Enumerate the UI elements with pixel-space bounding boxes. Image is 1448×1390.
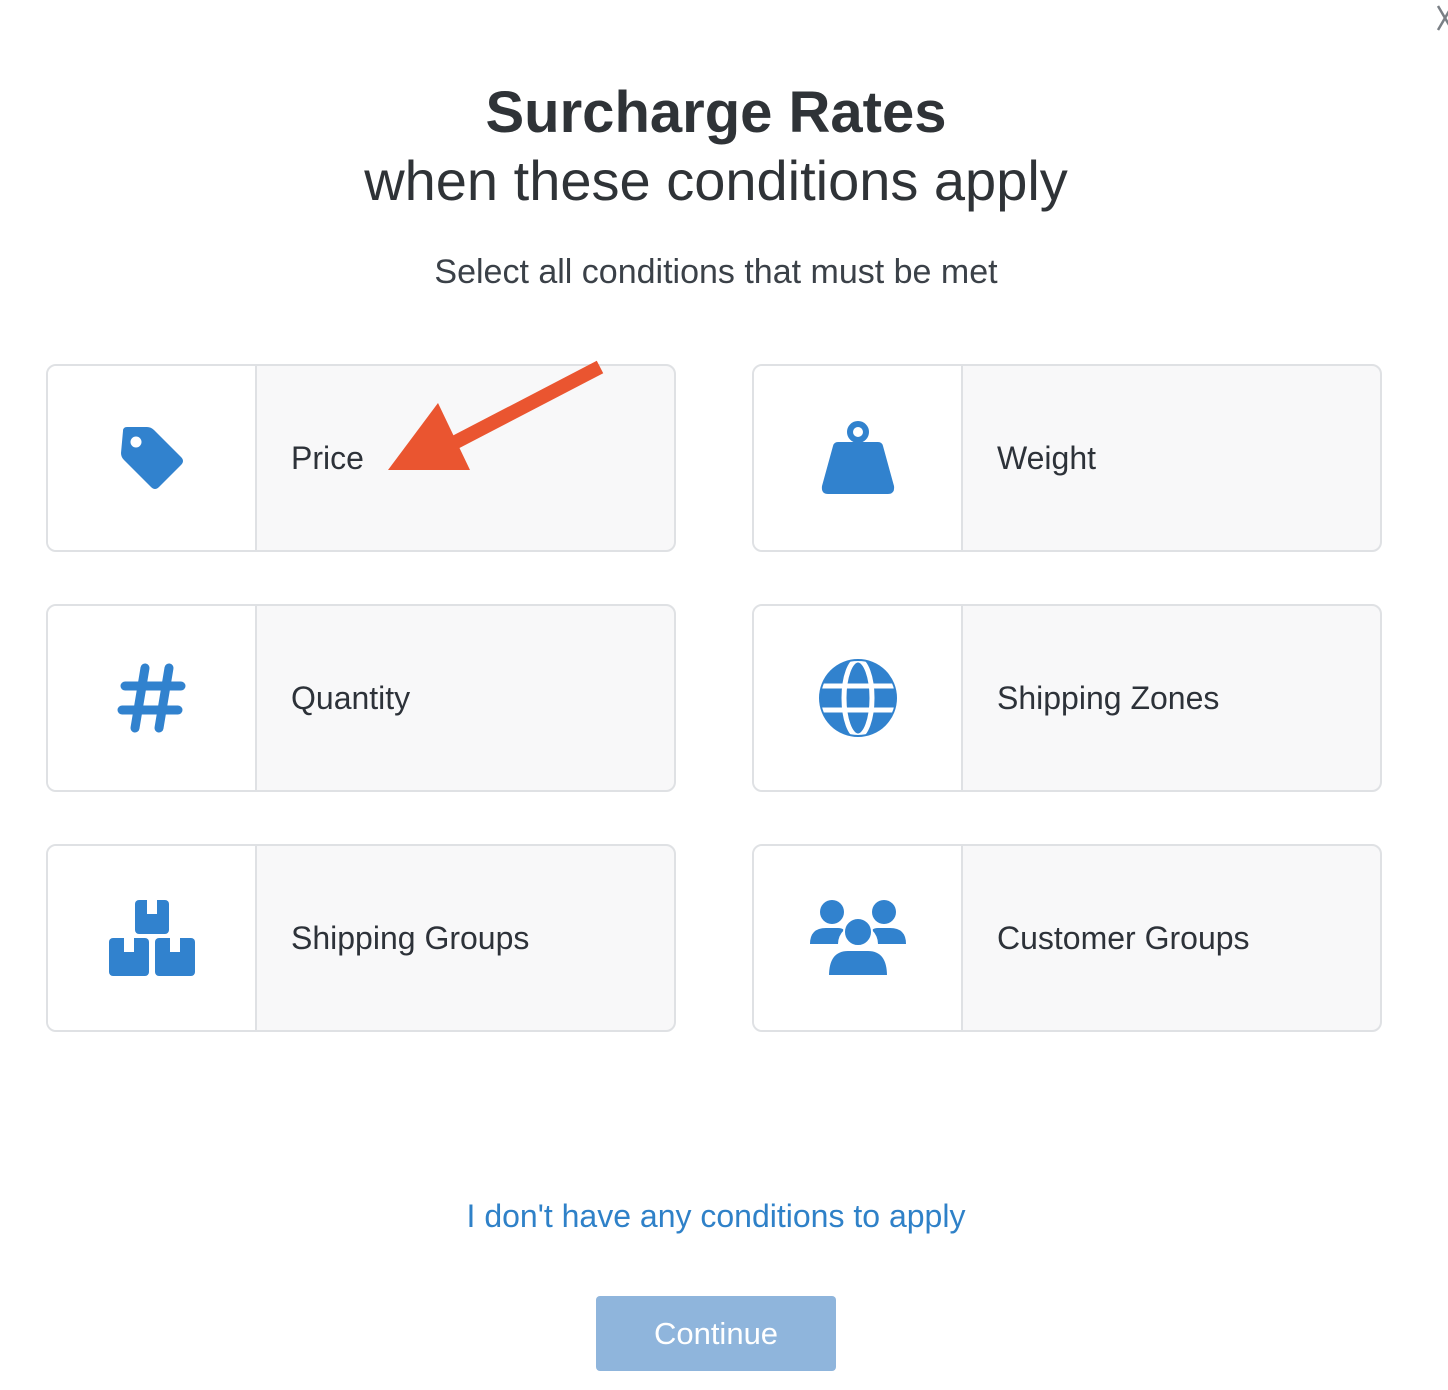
dialog-title-line2: when these conditions apply: [364, 149, 1068, 212]
weight-icon: [821, 421, 894, 494]
hashtag-icon: [117, 663, 185, 733]
condition-icon-cell: [48, 606, 257, 790]
condition-icon-cell: [754, 846, 963, 1030]
condition-card-quantity[interactable]: Quantity: [46, 604, 676, 792]
condition-label: Shipping Groups: [291, 919, 530, 956]
condition-label: Customer Groups: [997, 919, 1250, 956]
condition-label: Quantity: [291, 679, 411, 716]
close-button[interactable]: [1430, 0, 1448, 34]
condition-card-shipping-groups[interactable]: Shipping Groups: [46, 844, 676, 1032]
condition-icon-cell: [48, 366, 257, 550]
continue-button[interactable]: Continue: [596, 1296, 836, 1371]
globe-icon: [818, 658, 897, 738]
condition-label: Shipping Zones: [997, 679, 1220, 716]
condition-card-weight[interactable]: Weight: [752, 364, 1382, 552]
condition-icon-cell: [754, 606, 963, 790]
no-conditions-link[interactable]: I don't have any conditions to apply: [0, 1194, 1432, 1238]
price-tag-icon: [120, 427, 183, 489]
condition-card-customer-groups[interactable]: Customer Groups: [752, 844, 1382, 1032]
condition-icon-cell: [48, 846, 257, 1030]
condition-label: Weight: [997, 439, 1097, 476]
users-icon: [809, 900, 906, 977]
dialog-subtitle: Select all conditions that must be met: [434, 253, 998, 291]
condition-card-shipping-zones[interactable]: Shipping Zones: [752, 604, 1382, 792]
boxes-icon: [108, 900, 195, 976]
close-icon: [1436, 5, 1448, 31]
annotation-arrow-icon: [388, 360, 604, 470]
condition-icon-cell: [754, 366, 963, 550]
dialog-title: Surcharge Rates: [485, 80, 947, 145]
condition-label: Price: [291, 439, 364, 476]
